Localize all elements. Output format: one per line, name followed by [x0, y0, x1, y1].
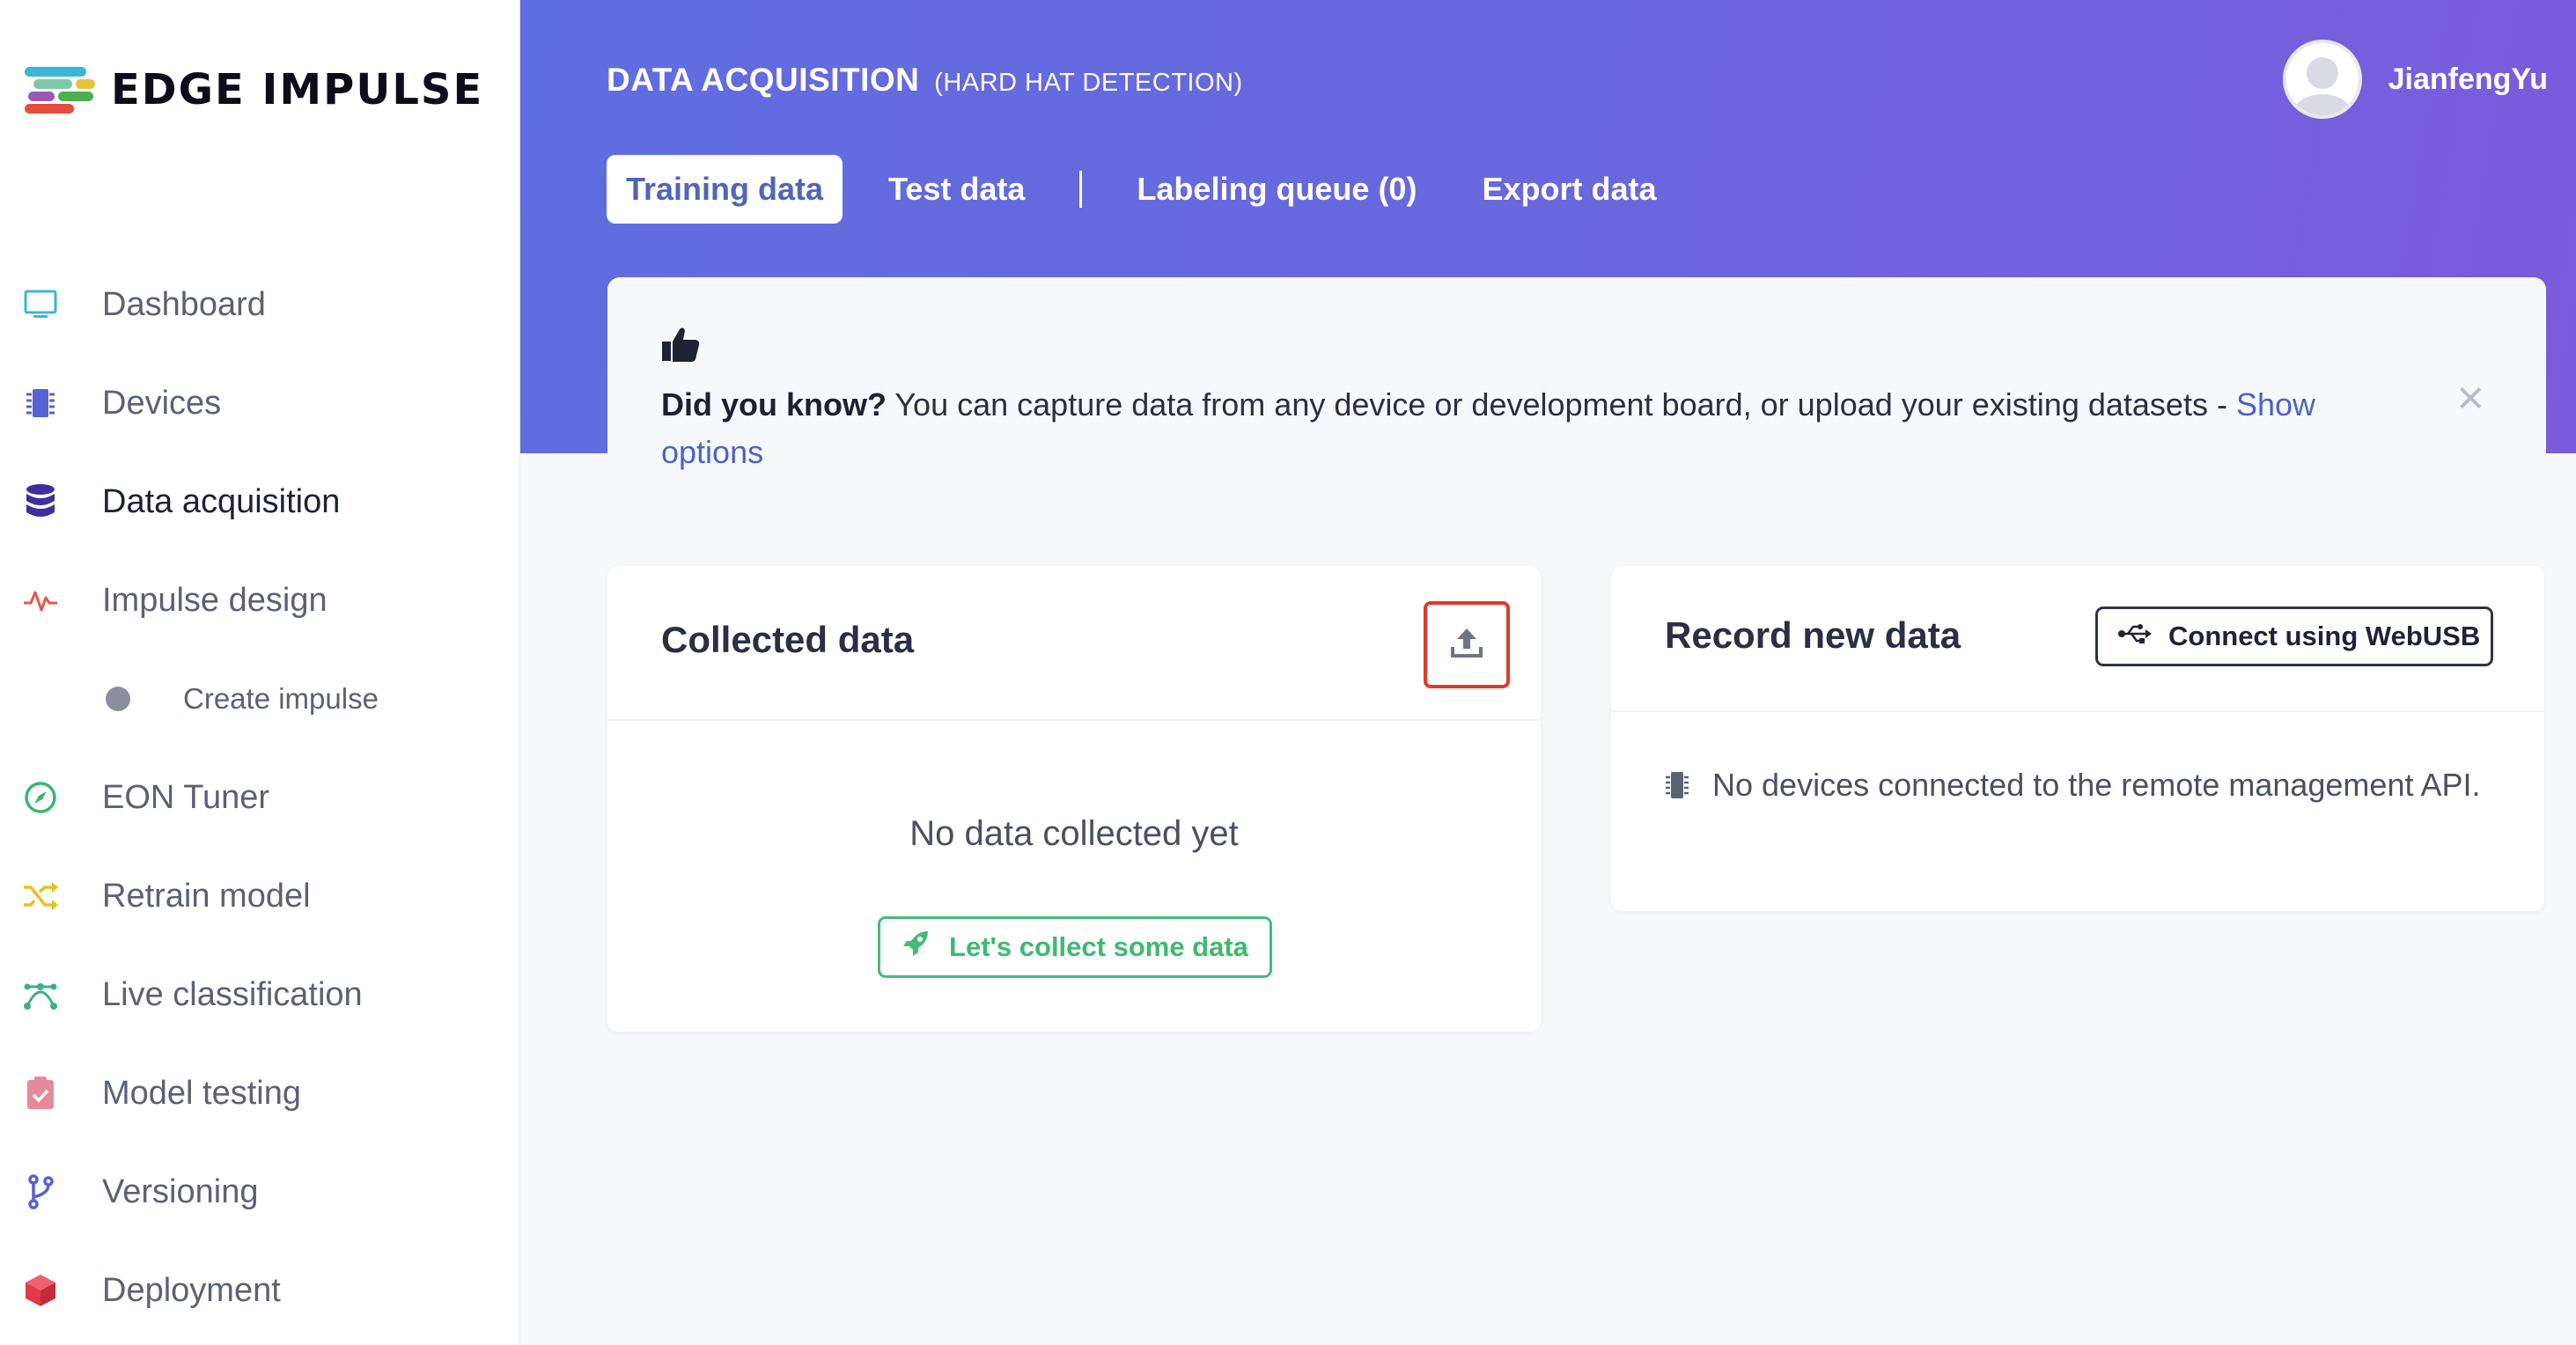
sidebar-nav: Dashboard Devices Data acquisition Impul…: [0, 255, 519, 1340]
sidebar-item-label: Model testing: [102, 1074, 302, 1112]
sidebar-item-live-classification[interactable]: Live classification: [0, 945, 519, 1044]
usb-icon: [2117, 621, 2168, 652]
network-icon: [21, 975, 60, 1014]
close-icon[interactable]: ×: [2456, 371, 2484, 425]
sidebar-item-devices[interactable]: Devices: [0, 354, 519, 452]
sidebar-item-impulse-design[interactable]: Impulse design: [0, 551, 519, 650]
logo-text: EDGE IMPULSE: [111, 65, 484, 114]
shuffle-icon: [21, 877, 60, 915]
collected-data-card: Collected data No data collected yet Let…: [607, 566, 1541, 1032]
user-name[interactable]: JianfengYu: [2388, 62, 2548, 97]
sidebar-item-label: Live classification: [102, 975, 363, 1013]
git-branch-icon: [21, 1172, 60, 1211]
record-new-data-card: Record new data Connect using WebUSB No …: [1611, 566, 2544, 911]
sidebar-item-label: EON Tuner: [102, 778, 270, 816]
collect-data-label: Let's collect some data: [949, 931, 1248, 962]
sidebar-item-model-testing[interactable]: Model testing: [0, 1044, 519, 1143]
card-title: Record new data: [1665, 614, 1961, 656]
clipboard-check-icon: [21, 1074, 60, 1113]
chip-icon: [21, 384, 60, 423]
sidebar-item-versioning[interactable]: Versioning: [0, 1143, 519, 1241]
monitor-icon: [21, 285, 60, 324]
card-header: Collected data: [607, 566, 1541, 721]
tab-test-data[interactable]: Test data: [869, 155, 1044, 224]
sidebar: EDGE IMPULSE Dashboard Devices Data acqu…: [0, 0, 520, 1345]
upload-button[interactable]: [1424, 601, 1510, 688]
sidebar-item-label: Create impulse: [183, 682, 379, 715]
no-devices-text: No devices connected to the remote manag…: [1712, 767, 2481, 803]
database-icon: [21, 482, 60, 521]
sidebar-item-label: Deployment: [102, 1271, 281, 1309]
tab-export-data[interactable]: Export data: [1462, 155, 1675, 224]
collect-data-button[interactable]: Let's collect some data: [878, 916, 1272, 978]
page-subtitle: (HARD HAT DETECTION): [934, 69, 1243, 97]
tip-body: You can capture data from any device or …: [887, 386, 2236, 423]
avatar[interactable]: [2282, 40, 2362, 119]
empty-state-message: No data collected yet: [909, 814, 1239, 853]
sidebar-item-retrain-model[interactable]: Retrain model: [0, 847, 519, 945]
connect-webusb-button[interactable]: Connect using WebUSB: [2095, 606, 2493, 666]
logo[interactable]: EDGE IMPULSE: [25, 62, 483, 118]
tab-divider: [1079, 171, 1083, 208]
upload-icon: [1450, 626, 1483, 664]
tab-training-data[interactable]: Training data: [607, 155, 843, 224]
pulse-icon: [21, 581, 60, 620]
page-title: DATA ACQUISITION (HARD HAT DETECTION): [607, 62, 1243, 99]
tab-labeling-queue[interactable]: Labeling queue (0): [1117, 155, 1436, 224]
chip-icon: [1665, 767, 1689, 814]
no-devices-message: No devices connected to the remote manag…: [1665, 761, 2501, 814]
thumbs-up-icon: [660, 326, 701, 367]
tip-bold: Did you know?: [661, 386, 887, 423]
page-title-text: DATA ACQUISITION: [607, 62, 920, 98]
rocket-icon: [902, 930, 949, 965]
card-header: Record new data Connect using WebUSB: [1611, 566, 2544, 712]
connect-webusb-label: Connect using WebUSB: [2168, 621, 2481, 651]
sidebar-item-label: Data acquisition: [102, 482, 341, 520]
sidebar-item-deployment[interactable]: Deployment: [0, 1241, 519, 1340]
did-you-know-tip: Did you know? You can capture data from …: [607, 277, 2546, 511]
card-title: Collected data: [661, 619, 915, 660]
compass-icon: [21, 778, 60, 817]
sidebar-item-label: Retrain model: [102, 877, 311, 915]
sidebar-item-label: Versioning: [102, 1172, 259, 1210]
sidebar-item-label: Devices: [102, 384, 222, 422]
sidebar-item-data-acquisition[interactable]: Data acquisition: [0, 452, 519, 551]
cube-icon: [21, 1271, 60, 1310]
sidebar-item-label: Dashboard: [102, 285, 266, 323]
tip-text: Did you know? You can capture data from …: [661, 381, 2404, 476]
logo-icon: [25, 62, 97, 118]
dot-icon: [104, 685, 132, 713]
sidebar-item-label: Impulse design: [102, 581, 328, 619]
sidebar-item-eon-tuner[interactable]: EON Tuner: [0, 748, 519, 847]
tabs: Training data Test data Labeling queue (…: [607, 155, 1703, 224]
user-menu[interactable]: JianfengYu: [2282, 40, 2548, 119]
sidebar-item-create-impulse[interactable]: Create impulse: [0, 650, 519, 748]
sidebar-item-dashboard[interactable]: Dashboard: [0, 255, 519, 354]
